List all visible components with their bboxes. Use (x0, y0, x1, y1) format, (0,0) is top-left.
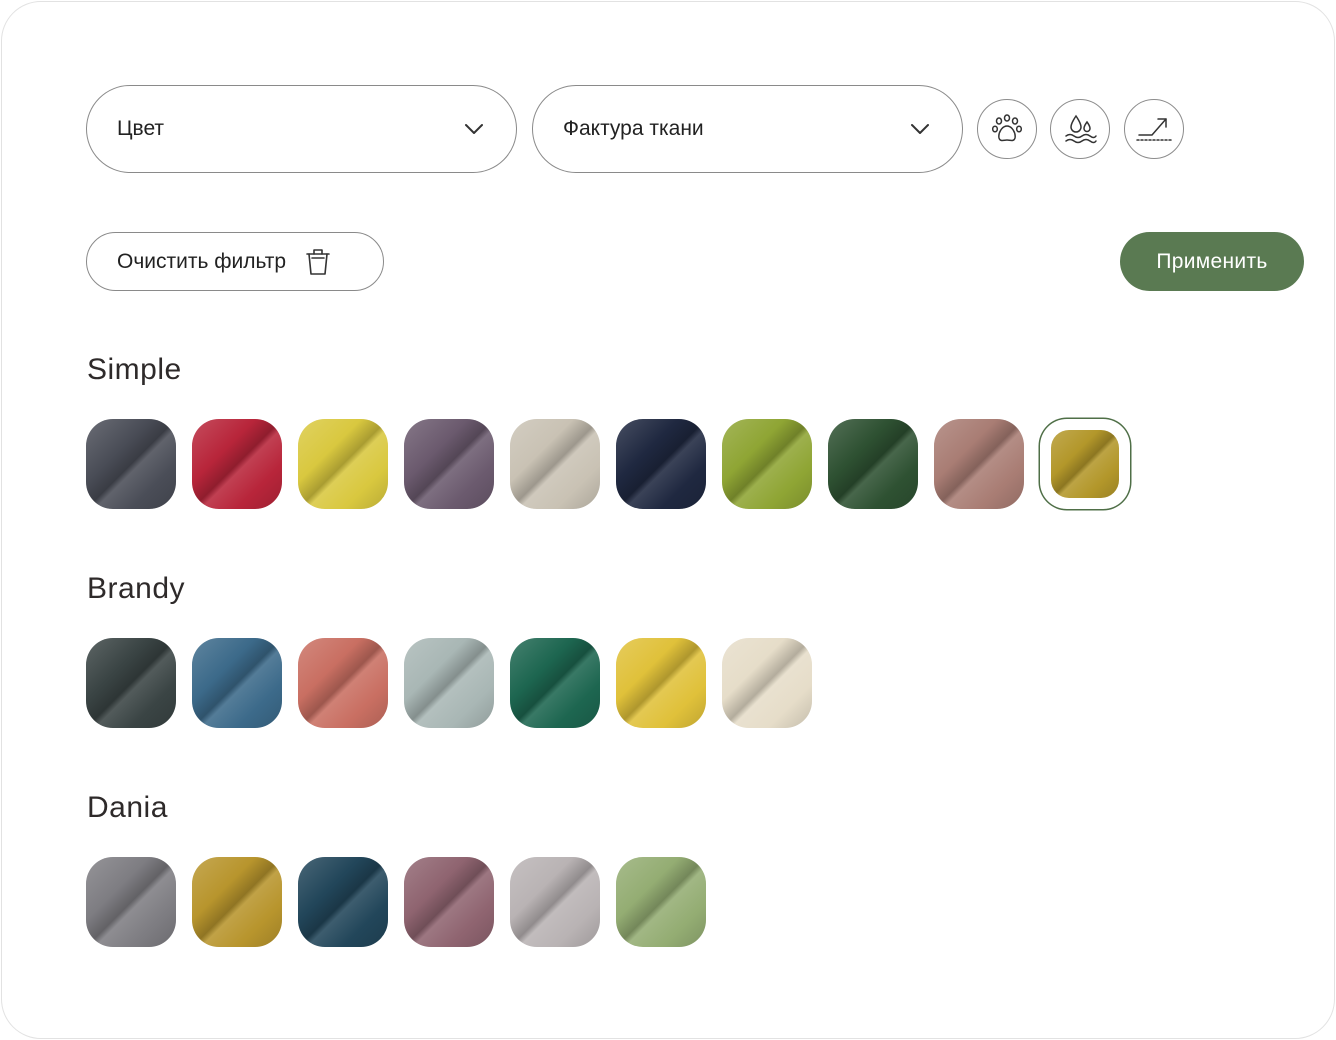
fabric-filter-panel: Цвет Фактура ткани Очистить фильтр Приме… (1, 1, 1335, 1039)
clear-filter-label: Очистить фильтр (117, 249, 287, 273)
wear-resistant-filter[interactable] (1124, 99, 1184, 159)
fabric-swatch[interactable] (722, 638, 812, 728)
fabric-swatch[interactable] (616, 638, 706, 728)
fabric-swatch[interactable] (510, 419, 600, 509)
apply-button[interactable]: Применить (1120, 232, 1304, 291)
collection-title: Dania (87, 791, 168, 824)
fabric-swatch[interactable] (192, 419, 282, 509)
pet-friendly-filter[interactable] (977, 99, 1037, 159)
texture-select-label: Фактура ткани (563, 117, 704, 140)
water-repellent-icon (1065, 114, 1097, 144)
swatch-row (86, 419, 1130, 509)
fabric-swatch[interactable] (828, 419, 918, 509)
fabric-swatch[interactable] (722, 419, 812, 509)
fabric-swatch[interactable] (404, 419, 494, 509)
fabric-swatch[interactable] (510, 638, 600, 728)
fabric-swatch[interactable] (404, 638, 494, 728)
fabric-swatch[interactable] (86, 419, 176, 509)
swatch-row (86, 638, 812, 728)
fabric-swatch[interactable] (298, 419, 388, 509)
fabric-swatch[interactable] (404, 857, 494, 947)
texture-select[interactable]: Фактура ткани (532, 85, 963, 173)
wear-resistant-icon (1136, 118, 1172, 141)
trash-icon (306, 248, 330, 275)
color-select-label: Цвет (117, 117, 165, 140)
fabric-swatch[interactable] (192, 857, 282, 947)
collection-title: Simple (87, 353, 182, 386)
pet-friendly-icon (991, 114, 1023, 142)
clear-filter-button[interactable]: Очистить фильтр (86, 232, 384, 291)
fabric-swatch[interactable] (86, 857, 176, 947)
fabric-swatch[interactable] (510, 857, 600, 947)
collection-title: Brandy (87, 572, 186, 605)
swatch-row (86, 857, 706, 947)
fabric-swatch[interactable] (616, 857, 706, 947)
fabric-swatch[interactable] (934, 419, 1024, 509)
fabric-swatch[interactable] (192, 638, 282, 728)
chevron-down-icon (911, 124, 929, 134)
fabric-swatch[interactable] (298, 857, 388, 947)
water-repellent-filter[interactable] (1050, 99, 1110, 159)
fabric-swatch-selected[interactable] (1040, 419, 1130, 509)
fabric-swatch[interactable] (86, 638, 176, 728)
fabric-swatch[interactable] (298, 638, 388, 728)
chevron-down-icon (465, 124, 483, 134)
fabric-swatch[interactable] (616, 419, 706, 509)
color-select[interactable]: Цвет (86, 85, 517, 173)
